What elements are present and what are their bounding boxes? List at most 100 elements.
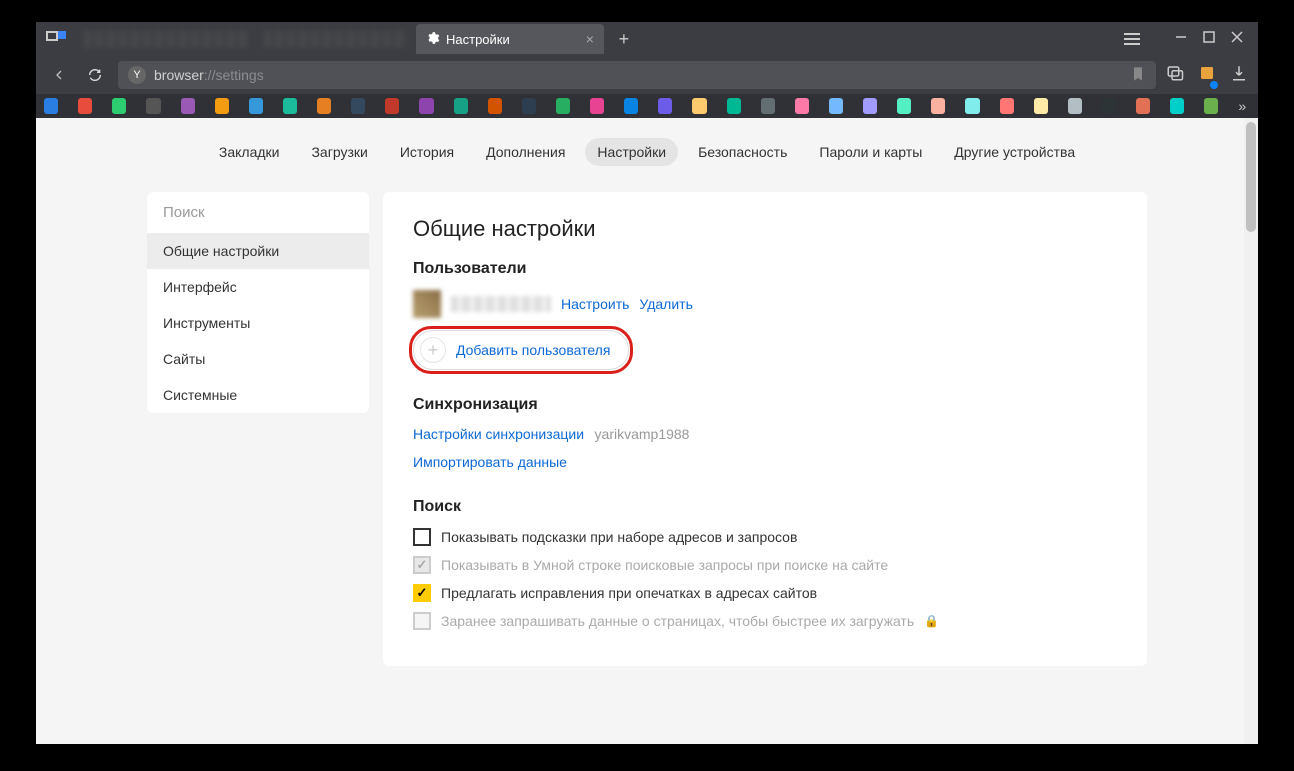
tab-overview-icon[interactable] xyxy=(44,27,68,51)
section-sync: Синхронизация Настройки синхронизации ya… xyxy=(413,396,1117,472)
bookmarks-bar: » xyxy=(36,94,1258,118)
bookmark-favicon[interactable] xyxy=(761,98,775,114)
checkbox-icon xyxy=(413,612,431,630)
bookmark-favicon[interactable] xyxy=(146,98,160,114)
bookmark-favicon[interactable] xyxy=(215,98,229,114)
sidebar-item-0[interactable]: Общие настройки xyxy=(147,233,369,269)
bookmark-favicon[interactable] xyxy=(488,98,502,114)
bookmark-favicon[interactable] xyxy=(1034,98,1048,114)
reload-button[interactable] xyxy=(82,62,108,88)
settings-sidebar: Поиск Общие настройкиИнтерфейсИнструмент… xyxy=(147,192,369,413)
bookmarks-overflow-icon[interactable]: » xyxy=(1238,98,1250,114)
bookmark-favicon[interactable] xyxy=(454,98,468,114)
topnav-item-1[interactable]: Загрузки xyxy=(299,138,379,166)
sidebar-search[interactable]: Поиск xyxy=(147,192,369,233)
topnav-item-0[interactable]: Закладки xyxy=(207,138,292,166)
site-icon: Y xyxy=(128,66,146,84)
bookmark-favicon[interactable] xyxy=(522,98,536,114)
bookmark-favicon[interactable] xyxy=(317,98,331,114)
topnav-item-5[interactable]: Безопасность xyxy=(686,138,799,166)
bookmark-favicon[interactable] xyxy=(112,98,126,114)
sidebar-item-4[interactable]: Системные xyxy=(147,377,369,413)
user-name xyxy=(451,296,551,312)
window-minimize-icon[interactable] xyxy=(1174,30,1188,49)
bookmark-favicon[interactable] xyxy=(44,98,58,114)
bookmark-favicon[interactable] xyxy=(181,98,195,114)
section-search: Поиск Показывать подсказки при наборе ад… xyxy=(413,498,1117,630)
tab-close-icon[interactable]: × xyxy=(586,31,594,47)
bookmark-favicon[interactable] xyxy=(385,98,399,114)
bookmark-favicon[interactable] xyxy=(897,98,911,114)
bookmark-favicon[interactable] xyxy=(351,98,365,114)
bookmark-favicon[interactable] xyxy=(1204,98,1218,114)
feedback-icon[interactable] xyxy=(1166,64,1184,87)
checkbox-icon xyxy=(413,584,431,602)
tab-active-settings[interactable]: Настройки × xyxy=(416,24,604,54)
downloads-icon[interactable] xyxy=(1230,64,1248,87)
bookmark-favicon[interactable] xyxy=(658,98,672,114)
bookmark-favicon[interactable] xyxy=(931,98,945,114)
sync-username: yarikvamp1988 xyxy=(595,426,690,442)
scrollbar[interactable] xyxy=(1244,118,1258,744)
url-scheme: browser xyxy=(154,67,204,83)
checkbox-suggestions[interactable]: Показывать подсказки при наборе адресов … xyxy=(413,528,1117,546)
bookmark-favicon[interactable] xyxy=(419,98,433,114)
url-box[interactable]: Y browser://settings xyxy=(118,61,1156,89)
bookmark-favicon[interactable] xyxy=(795,98,809,114)
topnav-item-4[interactable]: Настройки xyxy=(585,138,678,166)
tab-inactive-2[interactable] xyxy=(256,24,416,54)
new-tab-button[interactable]: + xyxy=(610,25,638,53)
plus-icon: + xyxy=(420,337,446,363)
sidebar-item-1[interactable]: Интерфейс xyxy=(147,269,369,305)
import-data-link[interactable]: Импортировать данные xyxy=(413,454,567,470)
bookmark-favicon[interactable] xyxy=(727,98,741,114)
checkbox-smartline: Показывать в Умной строке поисковые запр… xyxy=(413,556,1117,574)
bookmark-favicon[interactable] xyxy=(1068,98,1082,114)
tab-title: Настройки xyxy=(446,32,510,47)
bookmark-favicon[interactable] xyxy=(1136,98,1150,114)
bookmark-favicon[interactable] xyxy=(863,98,877,114)
bookmark-icon[interactable] xyxy=(1130,66,1146,85)
checkbox-label: Показывать подсказки при наборе адресов … xyxy=(441,529,797,545)
topnav-item-2[interactable]: История xyxy=(388,138,466,166)
sidebar-item-2[interactable]: Инструменты xyxy=(147,305,369,341)
gear-icon xyxy=(426,31,440,48)
titlebar: Настройки × + xyxy=(36,22,1258,56)
topnav-item-6[interactable]: Пароли и карты xyxy=(807,138,934,166)
extension-icon[interactable] xyxy=(1198,64,1216,87)
bookmark-favicon[interactable] xyxy=(692,98,706,114)
checkbox-icon xyxy=(413,528,431,546)
checkbox-icon xyxy=(413,556,431,574)
user-delete-link[interactable]: Удалить xyxy=(639,296,692,312)
add-user-button[interactable]: + Добавить пользователя xyxy=(413,330,629,370)
back-button[interactable] xyxy=(46,62,72,88)
bookmark-favicon[interactable] xyxy=(78,98,92,114)
window-close-icon[interactable] xyxy=(1230,30,1244,49)
bookmark-favicon[interactable] xyxy=(283,98,297,114)
bookmark-favicon[interactable] xyxy=(1102,98,1116,114)
url-path: ://settings xyxy=(204,67,264,83)
checkbox-typo[interactable]: Предлагать исправления при опечатках в а… xyxy=(413,584,1117,602)
topnav-item-7[interactable]: Другие устройства xyxy=(942,138,1087,166)
sync-settings-link[interactable]: Настройки синхронизации xyxy=(413,426,584,442)
user-configure-link[interactable]: Настроить xyxy=(561,296,629,312)
top-nav: ЗакладкиЗагрузки История Дополнения Настрой… xyxy=(147,138,1147,166)
section-sync-heading: Синхронизация xyxy=(413,396,1117,414)
section-users-heading: Пользователи xyxy=(413,260,1117,278)
window-maximize-icon[interactable] xyxy=(1202,30,1216,49)
bookmark-favicon[interactable] xyxy=(1170,98,1184,114)
bookmark-favicon[interactable] xyxy=(829,98,843,114)
bookmark-favicon[interactable] xyxy=(965,98,979,114)
address-bar: Y browser://settings xyxy=(36,56,1258,94)
tab-inactive-1[interactable] xyxy=(76,24,256,54)
bookmark-favicon[interactable] xyxy=(556,98,570,114)
bookmark-favicon[interactable] xyxy=(249,98,263,114)
bookmark-favicon[interactable] xyxy=(624,98,638,114)
user-row: Настроить Удалить xyxy=(413,290,1117,318)
bookmark-favicon[interactable] xyxy=(590,98,604,114)
topnav-item-3[interactable]: Дополнения xyxy=(474,138,577,166)
checkbox-label: Заранее запрашивать данные о страницах, … xyxy=(441,613,914,629)
menu-icon[interactable] xyxy=(1124,33,1140,45)
bookmark-favicon[interactable] xyxy=(1000,98,1014,114)
sidebar-item-3[interactable]: Сайты xyxy=(147,341,369,377)
